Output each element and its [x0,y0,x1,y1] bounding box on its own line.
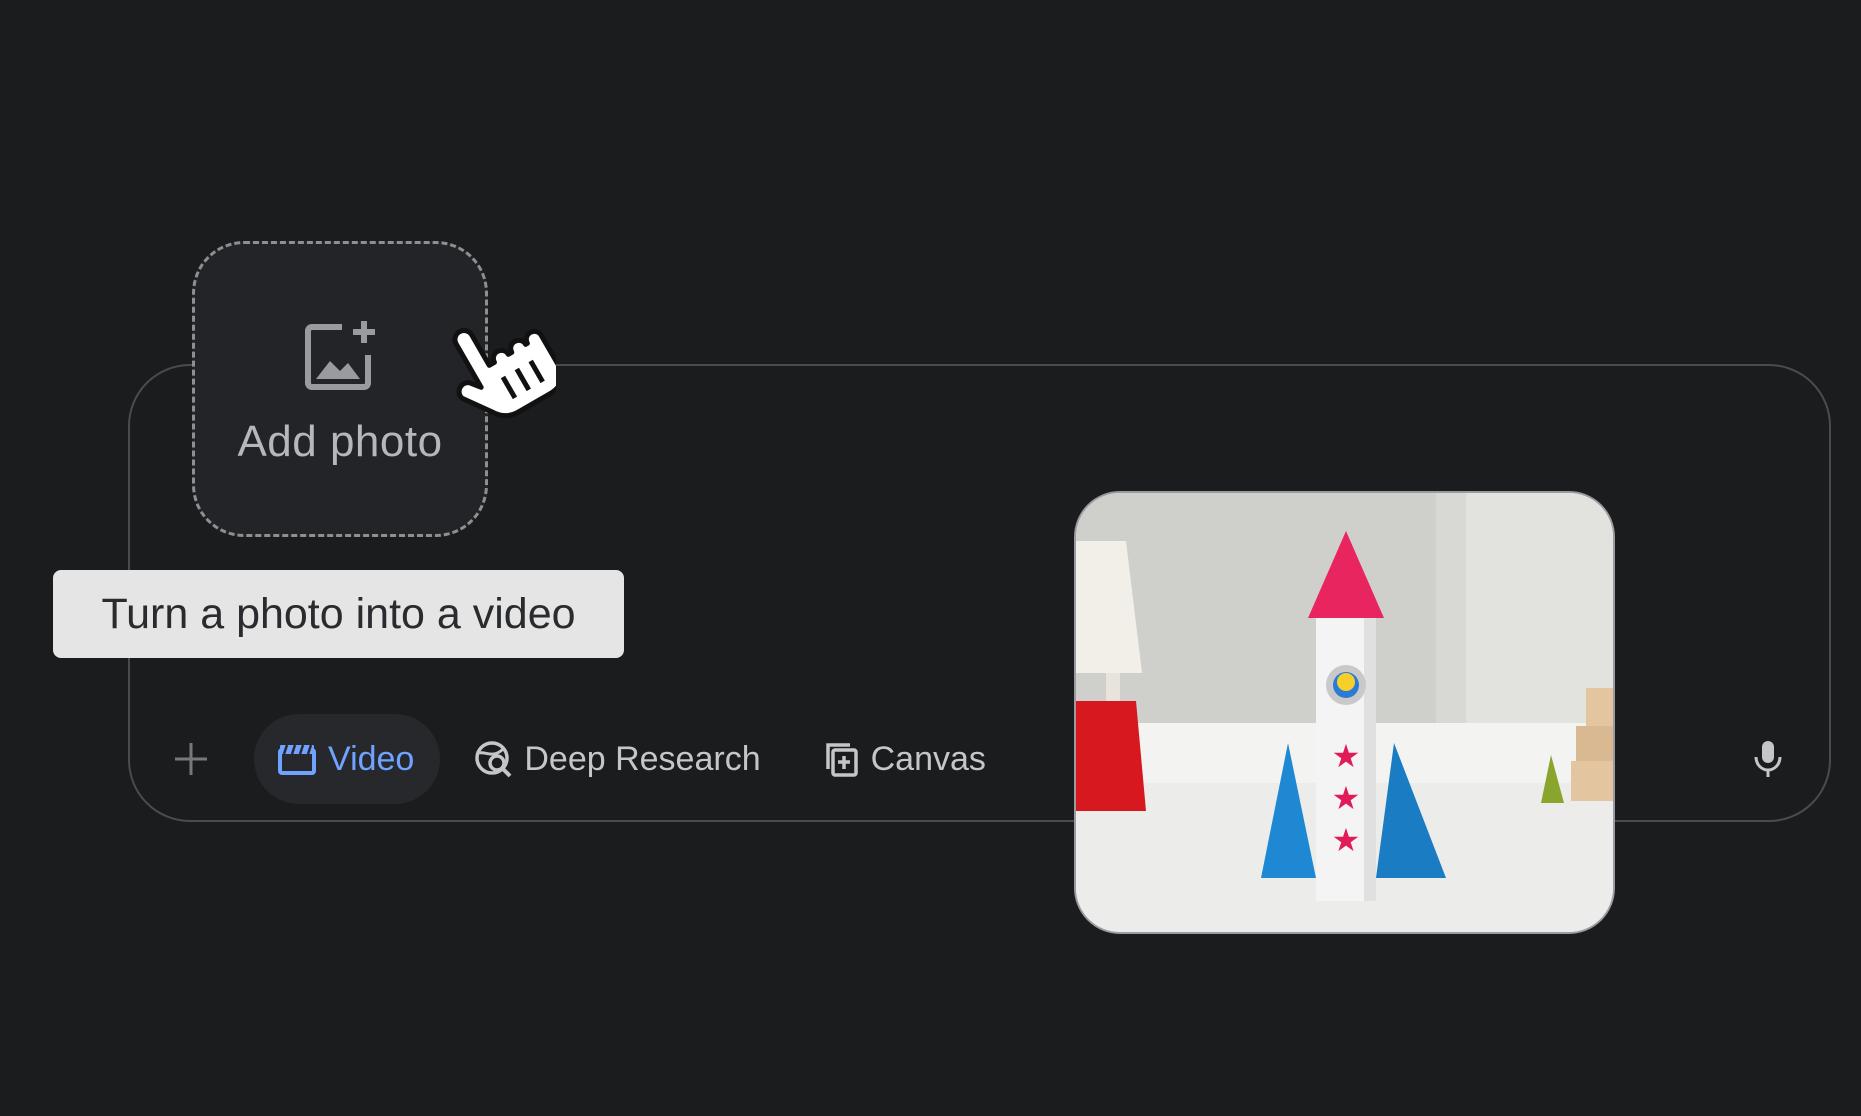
add-photo-label: Add photo [237,417,443,466]
add-photo-icon [305,321,375,390]
plus-icon [175,743,207,775]
canvas-chip[interactable]: Canvas [797,714,1012,804]
microphone-icon [1754,741,1782,777]
toolbar: Video Deep Research Canvas [160,713,1012,805]
add-button[interactable] [160,728,222,790]
video-chip[interactable]: Video [254,714,441,804]
deep-research-chip-label: Deep Research [524,739,761,778]
deep-research-icon [472,738,514,780]
hand-pointer-cursor-icon [452,328,556,419]
video-clapper-icon [276,738,318,780]
svg-text:★: ★ [1332,779,1361,817]
stage: Add photo Turn a photo into a video Vide… [0,0,1861,1116]
svg-text:★: ★ [1332,737,1361,775]
microphone-button[interactable] [1746,734,1790,784]
canvas-icon [819,738,861,780]
tooltip: Turn a photo into a video [53,570,624,658]
canvas-chip-label: Canvas [870,739,986,778]
deep-research-chip[interactable]: Deep Research [450,714,786,804]
svg-text:★: ★ [1332,821,1361,859]
video-chip-label: Video [328,739,415,778]
uploaded-photo: ★ ★ ★ [1074,491,1615,934]
